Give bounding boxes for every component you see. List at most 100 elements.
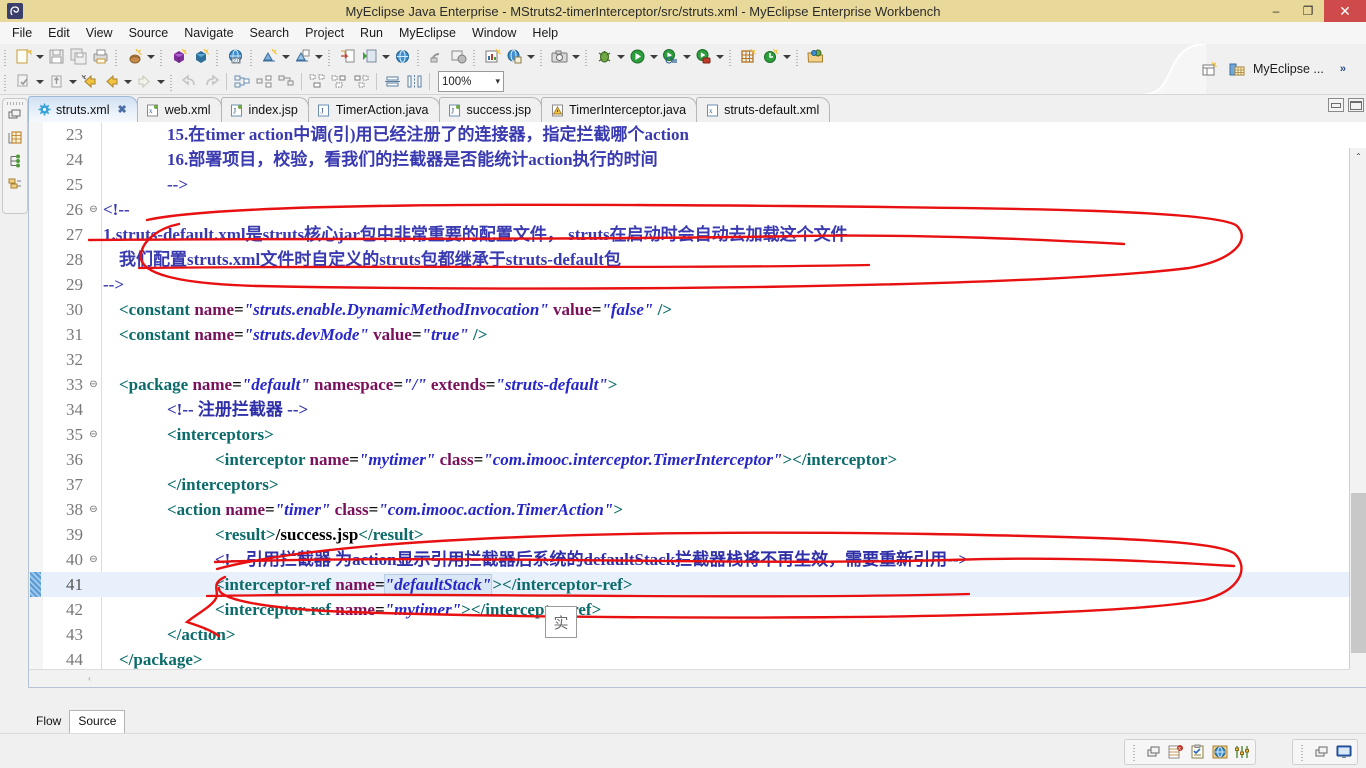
forward-dropdown-icon[interactable]: [155, 71, 166, 93]
fold-toggle-icon[interactable]: ⊖: [87, 372, 100, 397]
menu-search[interactable]: Search: [242, 24, 298, 42]
new-wizard-dropdown-icon[interactable]: [34, 46, 45, 68]
toolbar-grip[interactable]: [327, 47, 333, 66]
new-wizard-icon[interactable]: [12, 46, 34, 68]
editor-tab-timeraction-java[interactable]: J TimerAction.java: [307, 97, 440, 122]
new-xml-icon[interactable]: [258, 46, 280, 68]
menu-navigate[interactable]: Navigate: [176, 24, 241, 42]
fold-toggle-icon[interactable]: ⊖: [87, 547, 100, 572]
code-line[interactable]: 31 <constant name="struts.devMode" value=…: [29, 322, 1366, 347]
console-icon[interactable]: [1335, 743, 1353, 761]
code-lines[interactable]: 23 15.在timer action中调(引)用已经注册了的连接器，指定拦截哪个…: [29, 122, 1366, 687]
menu-file[interactable]: File: [4, 24, 40, 42]
export2-icon[interactable]: [45, 71, 67, 93]
code-line[interactable]: 30 <constant name="struts.enable.DynamicM…: [29, 297, 1366, 322]
filters-icon[interactable]: [1233, 743, 1251, 761]
run-server-icon[interactable]: [358, 46, 380, 68]
server-dropdown-icon[interactable]: [380, 46, 391, 68]
print-icon[interactable]: [89, 46, 111, 68]
menu-window[interactable]: Window: [464, 24, 524, 42]
scroll-up-icon[interactable]: ⌃: [1350, 148, 1366, 165]
restore-view-icon[interactable]: [7, 107, 23, 123]
new-java-dropdown-icon[interactable]: [145, 46, 156, 68]
toolbar-grip[interactable]: [472, 47, 478, 66]
toolbar-grip[interactable]: [3, 47, 9, 66]
menu-help[interactable]: Help: [524, 24, 566, 42]
back2-icon[interactable]: [100, 71, 122, 93]
code-line[interactable]: 27 1.struts-default.xml是struts核心jar包中非常重要…: [29, 222, 1366, 247]
toolbar-grip[interactable]: [795, 47, 801, 66]
code-line[interactable]: 43 </action>: [29, 622, 1366, 647]
outline2-icon[interactable]: [328, 71, 350, 93]
prev-annotation-icon[interactable]: [253, 71, 275, 93]
code-line[interactable]: 24 16.部署项目，校验，看我们的拦截器是否能统计action执行的时间: [29, 147, 1366, 172]
run-external-dropdown-icon[interactable]: [714, 46, 725, 68]
fold-toggle-icon[interactable]: ⊖: [87, 422, 100, 447]
code-line[interactable]: 29 -->: [29, 272, 1366, 297]
run-history-icon[interactable]: [659, 46, 681, 68]
code-line[interactable]: 23 15.在timer action中调(引)用已经注册了的连接器，指定拦截哪个…: [29, 122, 1366, 147]
toolbar-grip[interactable]: [728, 47, 734, 66]
menu-project[interactable]: Project: [297, 24, 352, 42]
outline1-icon[interactable]: [306, 71, 328, 93]
close-button[interactable]: ✕: [1324, 0, 1366, 22]
code-line[interactable]: 42 <interceptor-ref name="mytimer"></inte…: [29, 597, 1366, 622]
export2-dropdown-icon[interactable]: [67, 71, 78, 93]
perspective-myeclipse-tab[interactable]: MyEclipse ...: [1220, 56, 1330, 82]
run-icon[interactable]: [626, 46, 648, 68]
fold-toggle-icon[interactable]: ⊖: [87, 497, 100, 522]
hierarchy-icon[interactable]: [7, 153, 23, 169]
new-interface-icon[interactable]: [190, 46, 212, 68]
distribute-icon[interactable]: [403, 71, 425, 93]
status-grip[interactable]: [1132, 743, 1138, 761]
code-line[interactable]: 38 ⊖ <action name="timer" class="com.imooc…: [29, 497, 1366, 522]
toolbar-grip[interactable]: [215, 47, 221, 66]
save-icon[interactable]: [45, 46, 67, 68]
menu-myeclipse[interactable]: MyEclipse: [391, 24, 464, 42]
code-line[interactable]: 36 <interceptor name="mytimer" class="com…: [29, 447, 1366, 472]
editor-tab-struts-default-xml[interactable]: x struts-default.xml: [696, 97, 831, 122]
new-class-icon[interactable]: [168, 46, 190, 68]
code-line[interactable]: 39 <result>/success.jsp</result>: [29, 522, 1366, 547]
fast-view-grip[interactable]: [7, 102, 23, 105]
page-tab-flow[interactable]: Flow: [28, 711, 70, 733]
editor-vertical-scrollbar[interactable]: ⌃ ⌄: [1349, 148, 1366, 687]
code-line[interactable]: 33 ⊖ <package name="default" namespace="/"…: [29, 372, 1366, 397]
restore-button[interactable]: ❐: [1292, 0, 1324, 22]
run-dropdown-icon[interactable]: [648, 46, 659, 68]
db-dropdown-icon[interactable]: [525, 46, 536, 68]
toolbar-grip[interactable]: [416, 47, 422, 66]
import-icon[interactable]: [12, 71, 34, 93]
outline3-icon[interactable]: [350, 71, 372, 93]
save-all-icon[interactable]: [67, 46, 89, 68]
screenshot-icon[interactable]: [548, 46, 570, 68]
refresh-dropdown-icon[interactable]: [781, 46, 792, 68]
code-line[interactable]: 32: [29, 347, 1366, 372]
editor-tab-timerinterceptor-java[interactable]: TimerInterceptor.java: [541, 97, 698, 122]
forward-icon[interactable]: [133, 71, 155, 93]
menu-view[interactable]: View: [78, 24, 121, 42]
minimize-button[interactable]: –: [1260, 0, 1292, 22]
web-deploy-icon[interactable]: [447, 46, 469, 68]
code-line[interactable]: 28 我们配置struts.xml文件时自定义的struts包都继承于struts…: [29, 247, 1366, 272]
editor-tab-struts-xml[interactable]: struts.xml ✖: [28, 96, 138, 122]
scrollbar-thumb[interactable]: [1351, 493, 1366, 653]
back-icon[interactable]: [78, 71, 100, 93]
menu-edit[interactable]: Edit: [40, 24, 78, 42]
server-explorer-icon[interactable]: [7, 130, 23, 146]
align-icon[interactable]: [381, 71, 403, 93]
editor-maximize-button[interactable]: [1348, 98, 1364, 112]
export-icon[interactable]: [336, 46, 358, 68]
status-grip[interactable]: [1300, 743, 1306, 761]
toolbar-grip[interactable]: [249, 47, 255, 66]
toolbar-grip[interactable]: [3, 72, 9, 91]
import-dropdown-icon[interactable]: [34, 71, 45, 93]
next-annotation-icon[interactable]: [231, 71, 253, 93]
debug-icon[interactable]: [593, 46, 615, 68]
browser-icon[interactable]: [1211, 743, 1229, 761]
editor-tab-index-jsp[interactable]: J index.jsp: [220, 97, 309, 122]
undo-icon[interactable]: [178, 71, 200, 93]
open-perspective-icon[interactable]: [1198, 58, 1220, 80]
code-line[interactable]: 40 ⊖ <!-- 引用拦截器 为action显示引用拦截器后系统的defaultS…: [29, 547, 1366, 572]
code-line[interactable]: 34 <!-- 注册拦截器 -->: [29, 397, 1366, 422]
